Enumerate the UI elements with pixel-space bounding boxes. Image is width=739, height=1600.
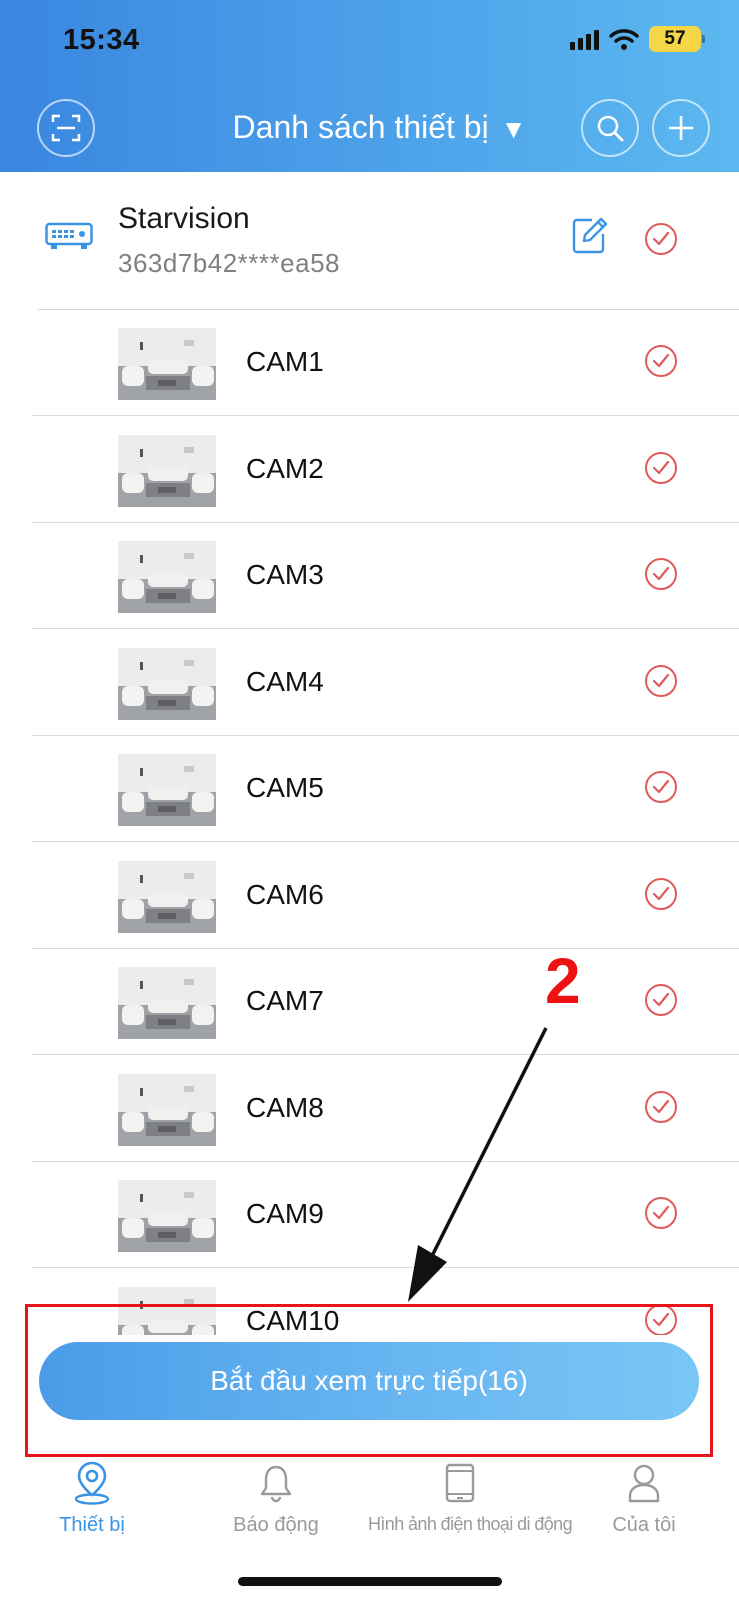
camera-row[interactable]: CAM4 xyxy=(0,630,739,736)
camera-name: CAM5 xyxy=(246,772,324,803)
camera-thumbnail xyxy=(118,647,216,720)
camera-selected-check-icon[interactable] xyxy=(644,1196,678,1230)
bell-icon xyxy=(260,1465,292,1503)
camera-thumbnail xyxy=(118,754,216,826)
camera-thumbnail xyxy=(118,328,216,400)
dropdown-caret-icon: ▼ xyxy=(500,114,527,144)
room-preview-image xyxy=(118,328,216,400)
search-icon xyxy=(597,115,624,142)
search-button[interactable] xyxy=(581,99,639,157)
camera-list[interactable]: CAM1 CAM2 CAM3 CAM4 CAM5 CAM6 CAM7 CAM8 CAM9 CAM1… xyxy=(0,310,739,1335)
camera-selected-check-icon[interactable] xyxy=(644,344,678,378)
camera-name: CAM1 xyxy=(246,346,324,377)
camera-name: CAM9 xyxy=(246,1198,324,1229)
camera-row[interactable]: CAM7 xyxy=(0,949,739,1055)
bottom-tab-bar: Thiết bị Báo động Hình ảnh điện thoại di… xyxy=(0,1458,739,1568)
wifi-icon xyxy=(609,29,639,50)
camera-selected-check-icon[interactable] xyxy=(644,664,678,698)
camera-selected-check-icon[interactable] xyxy=(644,770,678,804)
user-icon xyxy=(628,1464,660,1503)
page-title: Danh sách thiết bị xyxy=(232,109,489,145)
camera-selected-check-icon[interactable] xyxy=(644,983,678,1017)
tablet-icon xyxy=(445,1463,475,1503)
status-time: 15:34 xyxy=(63,24,140,56)
room-preview-image xyxy=(118,541,216,613)
room-preview-image xyxy=(118,860,216,933)
tab-profile-label: Của tôi xyxy=(612,1514,676,1536)
plus-icon xyxy=(669,116,693,140)
camera-name: CAM6 xyxy=(246,878,324,910)
annotation-step-number: 2 xyxy=(545,945,581,1017)
camera-row[interactable]: CAM3 xyxy=(0,523,739,629)
camera-selected-check-icon[interactable] xyxy=(644,877,678,911)
camera-thumbnail xyxy=(118,434,216,507)
camera-thumbnail xyxy=(118,1073,216,1146)
tab-alarms[interactable]: Báo động xyxy=(184,1458,368,1537)
camera-name: CAM2 xyxy=(246,452,324,484)
camera-row[interactable]: CAM2 xyxy=(0,417,739,523)
camera-name: CAM7 xyxy=(246,985,324,1016)
camera-thumbnail xyxy=(118,1180,216,1252)
camera-row[interactable]: CAM5 xyxy=(0,736,739,842)
camera-row[interactable]: CAM8 xyxy=(0,1056,739,1162)
location-pin-icon xyxy=(74,1461,110,1505)
tab-profile[interactable]: Của tôi xyxy=(552,1458,736,1537)
tab-devices-label: Thiết bị xyxy=(59,1514,125,1536)
nav-bar: Danh sách thiết bị ▼ xyxy=(0,95,739,161)
tab-phone-media-label: Hình ảnh điện thoại di động xyxy=(368,1514,573,1534)
battery-indicator: 57 xyxy=(649,26,705,52)
home-indicator xyxy=(238,1577,502,1586)
room-preview-image xyxy=(118,1180,216,1252)
camera-selected-check-icon[interactable] xyxy=(644,1090,678,1124)
camera-row[interactable]: CAM6 xyxy=(0,843,739,949)
camera-name: CAM8 xyxy=(246,1091,324,1123)
device-serial: 363d7b42****ea58 xyxy=(118,248,340,278)
camera-name: CAM3 xyxy=(246,559,324,590)
status-bar: 15:34 57 xyxy=(0,0,739,80)
device-name: Starvision xyxy=(118,202,250,235)
tab-alarms-label: Báo động xyxy=(233,1514,319,1536)
tab-phone-media[interactable]: Hình ảnh điện thoại di động xyxy=(368,1458,573,1535)
edit-icon[interactable] xyxy=(572,216,608,254)
device-selected-check-icon[interactable] xyxy=(644,222,678,256)
camera-row[interactable]: CAM9 xyxy=(0,1162,739,1268)
annotation-highlight-box xyxy=(25,1304,713,1457)
status-icons: 57 xyxy=(570,26,705,52)
tab-devices[interactable]: Thiết bị xyxy=(0,1458,184,1537)
add-device-button[interactable] xyxy=(652,99,710,157)
room-preview-image xyxy=(118,1073,216,1146)
nvr-device-icon xyxy=(45,222,93,249)
camera-thumbnail xyxy=(118,860,216,933)
room-preview-image xyxy=(118,967,216,1039)
cellular-signal-icon xyxy=(570,28,599,50)
camera-thumbnail xyxy=(118,967,216,1039)
camera-name: CAM4 xyxy=(246,665,324,697)
camera-selected-check-icon[interactable] xyxy=(644,451,678,485)
room-preview-image xyxy=(118,647,216,720)
app-header: 15:34 57 Danh sách thiết bị ▼ xyxy=(0,0,739,172)
device-group-header[interactable]: Starvision 363d7b42****ea58 xyxy=(0,172,739,309)
room-preview-image xyxy=(118,754,216,826)
camera-row[interactable]: CAM1 xyxy=(0,310,739,416)
room-preview-image xyxy=(118,434,216,507)
camera-thumbnail xyxy=(118,541,216,613)
camera-selected-check-icon[interactable] xyxy=(644,557,678,591)
